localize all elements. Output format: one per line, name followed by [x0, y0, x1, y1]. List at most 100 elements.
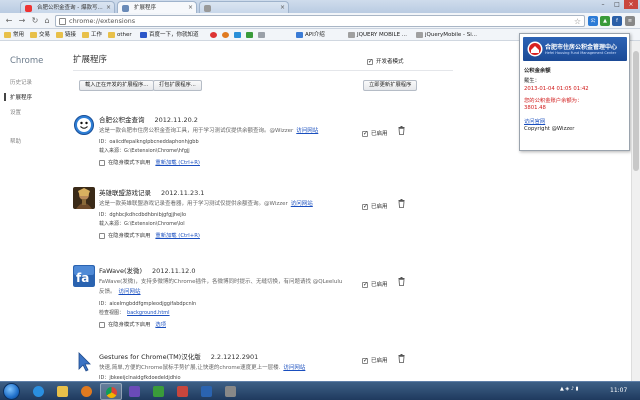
start-button[interactable] [3, 383, 20, 400]
tray-icons[interactable]: ▲ ◈ ♪ ▮ [560, 386, 578, 392]
folder-icon [30, 32, 37, 38]
sidebar-item-history[interactable]: 历史记录 [10, 78, 32, 86]
reload-link[interactable]: 重新加载 (Ctrl+R) [155, 160, 200, 166]
enabled-toggle[interactable]: 已启用 [362, 202, 388, 210]
bookmark-item[interactable]: API介绍 [296, 30, 325, 40]
update-extensions-button[interactable]: 立即更新扩展程序 [363, 80, 418, 91]
popup-visit-link[interactable]: 访问官网 [524, 117, 545, 125]
bookmark-item[interactable] [222, 30, 232, 40]
bookmark-item[interactable]: 常用 [4, 30, 24, 40]
extension-hfgjj-icon[interactable]: 公 [588, 16, 598, 26]
bookmark-item[interactable] [258, 30, 268, 40]
tab-third[interactable]: × [199, 1, 289, 13]
reload-icon[interactable]: ↻ [30, 16, 40, 26]
bookmark-item[interactable] [210, 30, 220, 40]
minimize-icon[interactable]: – [596, 0, 610, 9]
green-square-icon [246, 32, 253, 38]
popup-copyright: Copyright @Wizzer [524, 126, 575, 132]
enabled-checkbox[interactable] [362, 130, 368, 137]
visit-website-link[interactable]: 访问网站 [119, 289, 141, 295]
taskbar-app4[interactable] [196, 383, 218, 400]
taskbar-explorer[interactable] [52, 383, 74, 400]
visit-website-link[interactable]: 访问网站 [296, 128, 318, 134]
taskbar-app3[interactable] [172, 383, 194, 400]
enabled-toggle[interactable]: 已启用 [362, 280, 388, 288]
tab-close-icon[interactable]: × [188, 2, 193, 13]
scrollbar-thumb[interactable] [633, 51, 639, 171]
forward-arrow-icon[interactable]: → [17, 16, 27, 26]
bookmark-item[interactable] [246, 30, 256, 40]
incognito-checkbox[interactable] [99, 159, 105, 166]
incognito-checkbox[interactable] [99, 321, 105, 328]
taskbar-clock[interactable]: 11:07 [610, 387, 627, 394]
extension-fawave-icon[interactable]: f [612, 16, 622, 26]
background-page-link[interactable]: background.html [127, 310, 170, 316]
enabled-checkbox[interactable] [362, 357, 368, 364]
enabled-checkbox[interactable] [362, 281, 368, 288]
bookmark-item[interactable]: 工作 [82, 30, 102, 40]
orange-circle-icon [222, 32, 229, 38]
reload-link[interactable]: 重新加载 (Ctrl+R) [155, 233, 200, 239]
folder-icon [82, 32, 89, 38]
maximize-icon[interactable]: □ [610, 0, 624, 9]
taskbar-chrome[interactable] [100, 383, 122, 400]
sidebar-item-extensions[interactable]: 扩展程序 [4, 93, 32, 101]
dev-mode-checkbox[interactable] [367, 58, 373, 65]
pack-extension-button[interactable]: 打包扩展程序... [153, 80, 202, 91]
tab-close-icon[interactable]: × [280, 2, 285, 13]
folder-icon [56, 32, 63, 38]
taskbar-app[interactable] [124, 383, 146, 400]
extension-description: 这是一款英雄联盟游戏记录查看器，用于学习测试仅提供余额查询。@Wizzer 访问网… [99, 201, 313, 207]
trash-icon[interactable] [398, 277, 405, 286]
extension-version: 2012.11.23.1 [161, 189, 205, 197]
tab-extensions[interactable]: 扩展程序 × [117, 1, 197, 13]
enabled-toggle[interactable]: 已启用 [362, 356, 388, 364]
options-link[interactable]: 选项 [155, 322, 166, 328]
taskbar-media[interactable] [76, 383, 98, 400]
bookmark-item[interactable] [234, 30, 244, 40]
extension-green-icon[interactable]: ▲ [600, 16, 610, 26]
tab-hfgjj[interactable]: 合肥公积金查询 - 爆款写... × [20, 1, 115, 13]
visit-website-link[interactable]: 访问网站 [283, 365, 305, 371]
sidebar-item-help[interactable]: 帮助 [10, 137, 21, 145]
extension-name: 合肥公积金查询 2012.11.20.2 [99, 116, 198, 124]
load-unpacked-button[interactable]: 载入正在开发的扩展程序... [79, 80, 155, 91]
home-icon[interactable]: ⌂ [42, 16, 52, 26]
incognito-toggle[interactable]: 在隐身模式下启用 选项 [99, 320, 166, 328]
dev-mode-toggle[interactable]: 开发者模式 [367, 57, 404, 65]
wrench-menu-icon[interactable]: ≡ [625, 16, 635, 26]
bookmark-item[interactable]: 百度一下，你就知道 [140, 30, 199, 40]
baidu-icon [140, 32, 147, 38]
grey-square-icon [258, 32, 265, 38]
visit-website-link[interactable]: 访问网站 [291, 201, 313, 207]
bookmark-item[interactable]: 交易 [30, 30, 50, 40]
trash-icon[interactable] [398, 354, 405, 363]
blue-square-icon [234, 32, 241, 38]
sidebar-item-settings[interactable]: 设置 [10, 108, 21, 116]
trash-icon[interactable] [398, 126, 405, 135]
bookmark-item[interactable]: JQUERY MOBILE ... [348, 30, 407, 40]
bookmark-item[interactable]: other [108, 30, 132, 40]
incognito-checkbox[interactable] [99, 232, 105, 239]
window-close-icon[interactable]: × [624, 0, 638, 9]
back-arrow-icon[interactable]: ← [4, 16, 14, 26]
enabled-checkbox[interactable] [362, 203, 368, 210]
incognito-toggle[interactable]: 在隐身模式下启用 重新加载 (Ctrl+R) [99, 158, 200, 166]
bookmark-item[interactable]: jQueryMobile - Si... [416, 30, 477, 40]
page-icon [348, 32, 355, 38]
extension-name: 英雄联盟游戏记录 2012.11.23.1 [99, 189, 205, 197]
taskbar-app5[interactable] [220, 383, 242, 400]
trash-icon[interactable] [398, 199, 405, 208]
taskbar-app2[interactable] [148, 383, 170, 400]
incognito-toggle[interactable]: 在隐身模式下启用 重新加载 (Ctrl+R) [99, 231, 200, 239]
app-icon [129, 386, 140, 397]
taskbar-ie[interactable] [28, 383, 50, 400]
address-bar[interactable]: chrome://extensions ☆ [55, 15, 585, 27]
extension-name: Gestures for Chrome(TM)汉化版 2.2.1212.2901 [99, 353, 259, 361]
enabled-toggle[interactable]: 已启用 [362, 129, 388, 137]
bookmark-star-icon[interactable]: ☆ [574, 16, 581, 27]
page-scrollbar[interactable] [631, 41, 640, 381]
tab-close-icon[interactable]: × [106, 2, 111, 13]
bookmark-item[interactable]: 链接 [56, 30, 76, 40]
extension-version: 2.2.1212.2901 [210, 353, 259, 361]
